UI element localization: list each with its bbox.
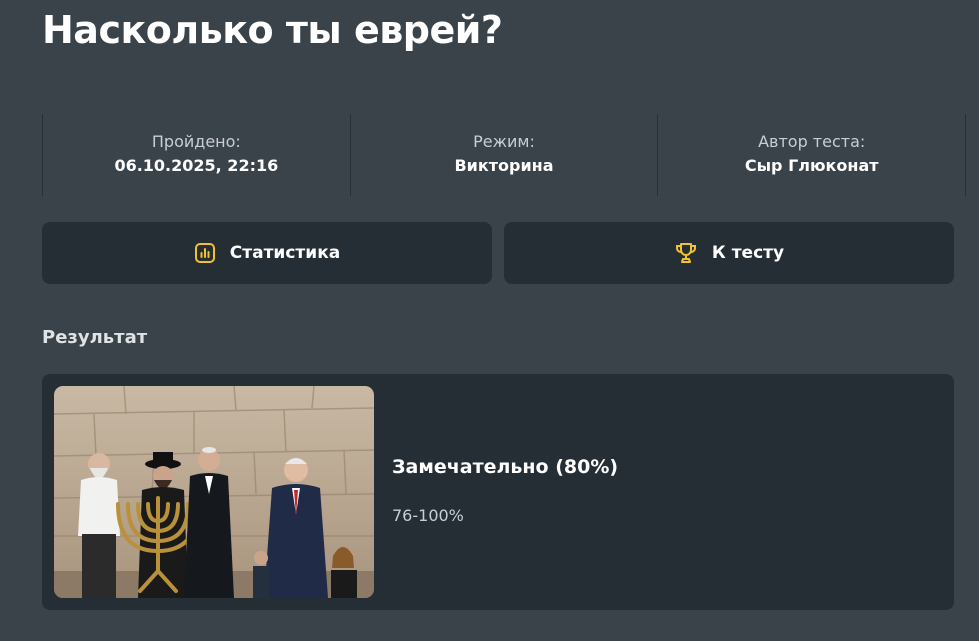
result-photo — [54, 386, 374, 598]
result-range: 76-100% — [392, 506, 464, 525]
to-test-button-label: К тесту — [711, 243, 785, 263]
meta-completed-label: Пройдено: — [151, 132, 241, 151]
test-meta: Пройдено: 06.10.2025, 22:16 Режим: Викто… — [42, 114, 967, 196]
result-title: Замечательно (80%) — [392, 456, 619, 478]
statistics-button[interactable]: Статистика — [42, 222, 492, 284]
meta-mode: Режим: Викторина — [349, 114, 658, 196]
meta-completed: Пройдено: 06.10.2025, 22:16 — [42, 114, 350, 196]
meta-author: Автор теста: Сыр Глюконат — [657, 114, 967, 196]
meta-author-label: Автор теста: — [758, 132, 866, 151]
meta-mode-value: Викторина — [454, 156, 554, 175]
bar-chart-icon — [194, 243, 215, 263]
meta-mode-label: Режим: — [473, 132, 535, 151]
meta-author-value[interactable]: Сыр Глюконат — [745, 153, 879, 179]
page-title: Насколько ты еврей? — [42, 8, 503, 52]
trophy-icon — [675, 243, 696, 263]
statistics-button-label: Статистика — [229, 243, 341, 263]
to-test-button[interactable]: К тесту — [504, 222, 954, 284]
result-card: Замечательно (80%) 76-100% — [42, 374, 954, 610]
meta-completed-value: 06.10.2025, 22:16 — [114, 156, 279, 175]
result-section-label: Результат — [42, 327, 148, 348]
